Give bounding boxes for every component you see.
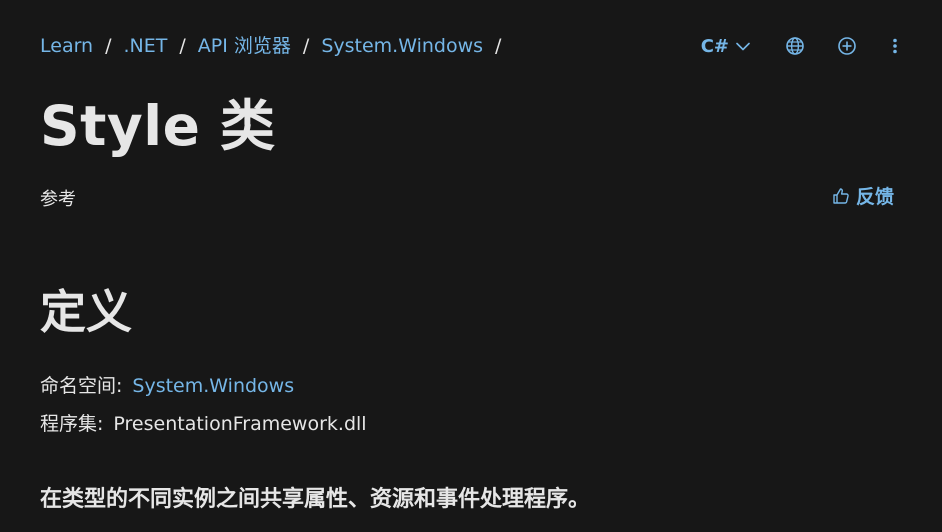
breadcrumb-system-windows[interactable]: System.Windows — [321, 36, 483, 56]
add-circle-icon — [838, 37, 856, 55]
assembly-row: 程序集: PresentationFramework.dll — [40, 409, 367, 436]
namespace-label: 命名空间: — [40, 375, 123, 397]
namespace-row: 命名空间: System.Windows — [40, 371, 294, 398]
chevron-down-icon — [736, 42, 750, 50]
breadcrumb-dotnet[interactable]: .NET — [124, 36, 168, 56]
assembly-label: 程序集: — [40, 413, 104, 435]
docs-page: Learn / .NET / API 浏览器 / System.Windows … — [0, 0, 942, 532]
namespace-link[interactable]: System.Windows — [132, 375, 294, 397]
breadcrumb-separator: / — [179, 34, 186, 57]
more-vertical-icon — [893, 38, 897, 54]
assembly-value: PresentationFramework.dll — [113, 413, 367, 435]
globe-button[interactable] — [784, 35, 806, 57]
more-options-button[interactable] — [890, 35, 900, 57]
feedback-label: 反馈 — [855, 186, 894, 208]
reference-label: 参考 — [40, 189, 76, 210]
globe-icon — [786, 37, 804, 55]
breadcrumb-api-browser[interactable]: API 浏览器 — [198, 36, 291, 56]
thumbs-up-icon — [833, 187, 849, 204]
breadcrumb-separator: / — [302, 34, 310, 57]
add-collection-button[interactable] — [836, 35, 858, 57]
header-actions: C# — [701, 35, 902, 57]
top-bar: Learn / .NET / API 浏览器 / System.Windows … — [40, 30, 902, 62]
language-label: C# — [700, 35, 729, 57]
breadcrumb: Learn / .NET / API 浏览器 / System.Windows … — [40, 34, 502, 57]
feedback-button[interactable]: 反馈 — [832, 182, 894, 209]
breadcrumb-learn[interactable]: Learn — [40, 36, 93, 56]
definition-heading: 定义 — [40, 285, 132, 339]
class-summary: 在类型的不同实例之间共享属性、资源和事件处理程序。 — [40, 487, 591, 512]
breadcrumb-separator: / — [495, 34, 502, 57]
page-title: Style 类 — [40, 94, 276, 158]
breadcrumb-separator: / — [105, 34, 112, 57]
language-selector[interactable]: C# — [701, 36, 750, 57]
